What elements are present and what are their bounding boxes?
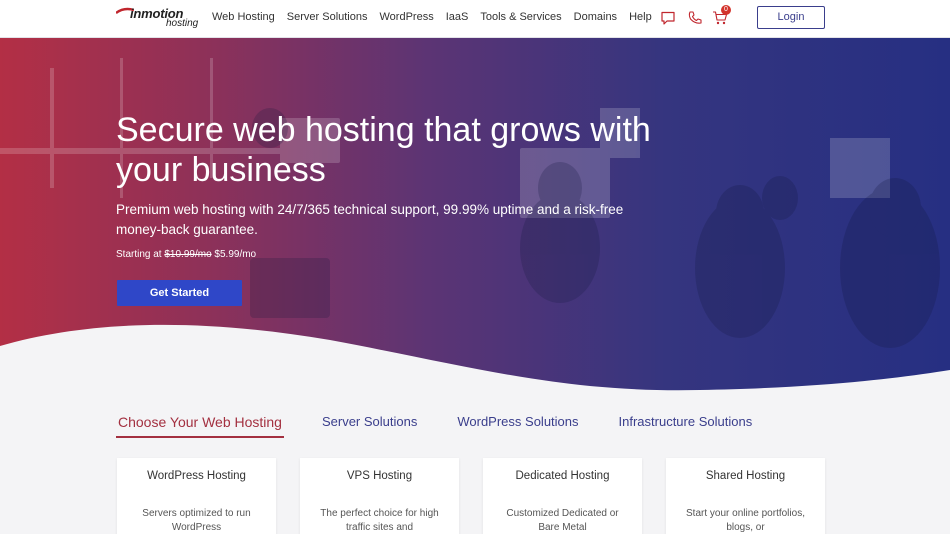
card-title: Dedicated Hosting bbox=[515, 470, 610, 482]
hero-banner: Secure web hosting that grows with your … bbox=[0, 38, 950, 398]
card-description: The perfect choice for high traffic site… bbox=[320, 508, 439, 533]
card-vps-hosting[interactable]: VPS Hosting The perfect choice for high … bbox=[300, 458, 459, 534]
nav-server-solutions[interactable]: Server Solutions bbox=[287, 11, 368, 23]
cart-count-badge: 0 bbox=[721, 5, 731, 15]
hero-subheading: Premium web hosting with 24/7/365 techni… bbox=[116, 202, 624, 237]
logo-subtext: hosting bbox=[166, 18, 199, 29]
tab-server-solutions[interactable]: Server Solutions bbox=[320, 414, 419, 438]
card-description: Start your online portfolios, blogs, or bbox=[686, 508, 805, 533]
site-header: inmotion hosting Web Hosting Server Solu… bbox=[0, 0, 950, 38]
card-title: WordPress Hosting bbox=[147, 470, 246, 482]
nav-web-hosting[interactable]: Web Hosting bbox=[212, 11, 275, 23]
site-logo[interactable]: inmotion hosting bbox=[116, 6, 206, 32]
nav-tools-services[interactable]: Tools & Services bbox=[480, 11, 561, 23]
hero-wave-divider bbox=[0, 324, 950, 398]
tab-infrastructure-solutions[interactable]: Infrastructure Solutions bbox=[617, 414, 755, 438]
price-prefix: Starting at bbox=[116, 249, 162, 260]
nav-help[interactable]: Help bbox=[629, 11, 652, 23]
card-title: VPS Hosting bbox=[346, 470, 413, 482]
hosting-cards: WordPress Hosting Servers optimized to r… bbox=[117, 458, 825, 534]
card-description: Servers optimized to run WordPress bbox=[142, 508, 251, 533]
chat-icon[interactable] bbox=[660, 10, 676, 26]
card-wordpress-hosting[interactable]: WordPress Hosting Servers optimized to r… bbox=[117, 458, 276, 534]
phone-icon[interactable] bbox=[687, 10, 703, 26]
login-button[interactable]: Login bbox=[757, 6, 825, 29]
card-shared-hosting[interactable]: Shared Hosting Start your online portfol… bbox=[666, 458, 825, 534]
page: inmotion hosting Web Hosting Server Solu… bbox=[0, 0, 950, 534]
card-title: Shared Hosting bbox=[705, 470, 786, 482]
price-original: $10.99/mo bbox=[164, 249, 212, 260]
main-nav: Web Hosting Server Solutions WordPress I… bbox=[212, 11, 664, 23]
nav-wordpress[interactable]: WordPress bbox=[380, 11, 434, 23]
card-dedicated-hosting[interactable]: Dedicated Hosting Customized Dedicated o… bbox=[483, 458, 642, 534]
nav-domains[interactable]: Domains bbox=[574, 11, 617, 23]
tab-choose-web-hosting[interactable]: Choose Your Web Hosting bbox=[116, 414, 284, 438]
nav-iaas[interactable]: IaaS bbox=[446, 11, 469, 23]
card-description: Customized Dedicated or Bare Metal bbox=[506, 508, 619, 533]
hero-heading: Secure web hosting that grows with your … bbox=[116, 111, 651, 189]
price-sale: $5.99/mo bbox=[214, 249, 257, 260]
hero-pricing: Starting at $10.99/mo $5.99/mo bbox=[116, 249, 256, 260]
hosting-category-tabs: Choose Your Web Hosting Server Solutions… bbox=[116, 414, 790, 438]
tab-wordpress-solutions[interactable]: WordPress Solutions bbox=[455, 414, 580, 438]
